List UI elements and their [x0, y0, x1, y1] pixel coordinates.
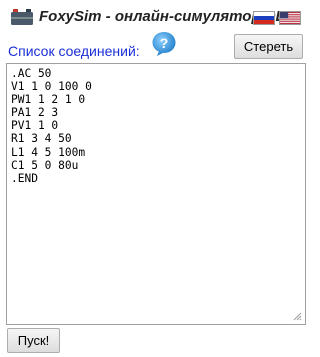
- netlist-line: R1 3 4 50: [11, 132, 72, 146]
- netlist-line: L1 4 5 100m: [11, 145, 86, 159]
- svg-text:?: ?: [160, 35, 169, 51]
- russian-flag-icon[interactable]: [253, 11, 275, 25]
- netlist-line: .AC 50: [11, 67, 52, 80]
- run-button[interactable]: Пуск!: [7, 328, 60, 353]
- battery-logo-icon: [11, 9, 33, 25]
- help-question-icon[interactable]: ?: [151, 31, 177, 57]
- netlist-line: V1 1 0 100 0: [11, 80, 92, 94]
- us-flag-icon[interactable]: [279, 11, 301, 25]
- netlist-line: .END: [11, 171, 38, 185]
- netlist-label: Список соединений:: [8, 43, 140, 59]
- netlist-line: PA1 2 3: [11, 106, 59, 120]
- header: FoxySim - онлайн-симулятор ЭЦ: [6, 6, 311, 28]
- resize-grip-icon[interactable]: [293, 312, 302, 321]
- netlist-line: C1 5 0 80u: [11, 158, 79, 172]
- netlist-line: PW1 1 2 1 0: [11, 93, 86, 107]
- clear-button[interactable]: Стереть: [234, 34, 303, 59]
- netlist-line: PV1 1 0: [11, 119, 59, 133]
- netlist-editor[interactable]: .AC 50 V1 1 0 100 0 PW1 1 2 1 0 PA1 2 3 …: [6, 63, 306, 325]
- app-title: FoxySim - онлайн-симулятор ЭЦ: [39, 8, 287, 25]
